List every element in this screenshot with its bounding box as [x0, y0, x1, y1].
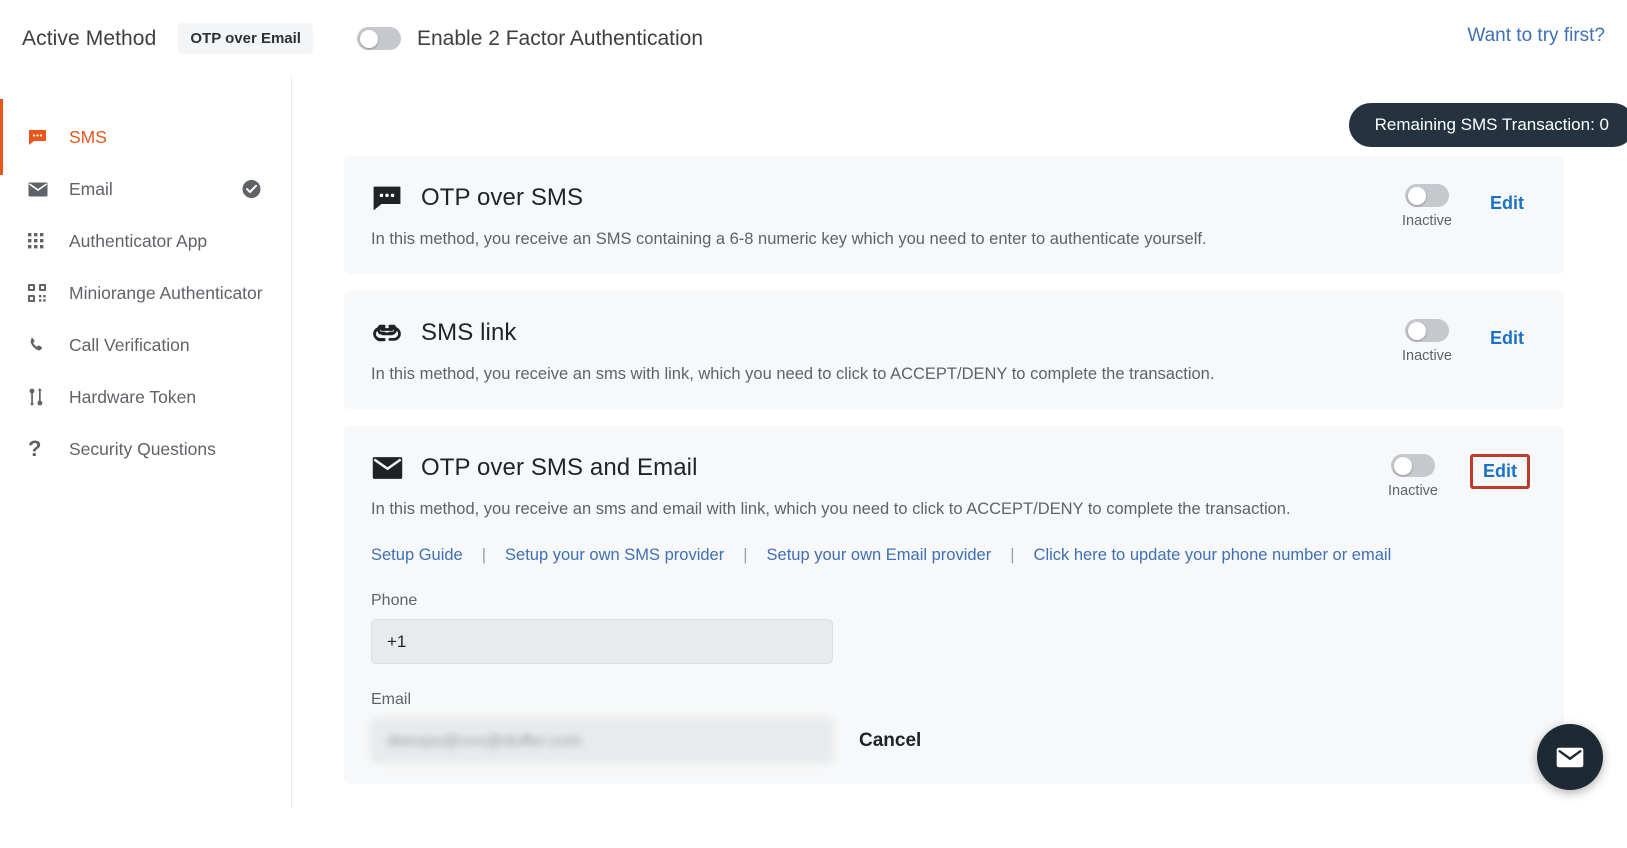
setup-own-email-provider-link[interactable]: Setup your own Email provider — [767, 546, 992, 565]
card-header: SMS link — [344, 291, 1564, 349]
card-header: OTP over SMS and Email — [344, 426, 1564, 484]
link-icon — [371, 317, 403, 349]
method-toggle-group[interactable]: Inactive — [1388, 454, 1438, 499]
email-field-label: Email — [371, 691, 1564, 709]
setup-links-row: Setup Guide | Setup your own SMS provide… — [371, 546, 1564, 565]
status-badge: Inactive — [1402, 348, 1452, 364]
chat-support-button[interactable] — [1537, 724, 1603, 790]
check-circle-icon — [242, 180, 261, 199]
card-description: In this method, you receive an sms and e… — [371, 499, 1564, 520]
phone-field-label: Phone — [371, 592, 1564, 610]
edit-button[interactable]: Edit — [1484, 190, 1530, 217]
cancel-button[interactable]: Cancel — [859, 730, 921, 752]
sidebar-item-label: Email — [69, 179, 113, 200]
sms-chat-icon — [28, 126, 52, 148]
want-to-try-first-link[interactable]: Want to try first? — [1467, 25, 1605, 47]
sidebar-item-label: Hardware Token — [69, 387, 196, 408]
sidebar-item-label: Call Verification — [69, 335, 190, 356]
sidebar-item-hardware-token[interactable]: Hardware Token — [0, 371, 291, 423]
email-input[interactable]: deexpo@xxx@duffer.com — [371, 718, 833, 763]
envelope-icon — [28, 178, 52, 200]
link-separator: | — [482, 546, 486, 565]
card-header: OTP over SMS — [344, 156, 1564, 214]
card-description: In this method, you receive an sms with … — [371, 364, 1564, 385]
card-title: SMS link — [421, 319, 517, 347]
card-title: OTP over SMS and Email — [421, 454, 698, 482]
method-sidebar: SMS Email — [0, 77, 292, 808]
grid-dots-icon — [28, 230, 52, 252]
sidebar-item-label: Authenticator App — [69, 231, 207, 252]
qr-code-icon — [28, 282, 52, 304]
phone-icon — [28, 334, 52, 356]
two-factor-authentication-page: Active Method OTP over Email Enable 2 Fa… — [0, 0, 1627, 848]
status-badge: Inactive — [1388, 483, 1438, 499]
sidebar-item-miniorange-authenticator[interactable]: Miniorange Authenticator — [0, 267, 291, 319]
sms-chat-icon — [371, 182, 403, 214]
enable-2fa-label: Enable 2 Factor Authentication — [417, 27, 703, 51]
sidebar-item-label: SMS — [69, 127, 107, 148]
email-field-row: deexpo@xxx@duffer.com Cancel — [344, 709, 1564, 763]
sidebar-item-sms[interactable]: SMS — [0, 111, 291, 163]
enable-2fa-control[interactable]: Enable 2 Factor Authentication — [357, 27, 703, 51]
status-badge: Inactive — [1402, 213, 1452, 229]
remaining-sms-transaction-badge: Remaining SMS Transaction: 0 — [1349, 103, 1627, 147]
envelope-icon — [371, 452, 403, 484]
method-toggle[interactable] — [1391, 454, 1435, 477]
toggle-knob — [1408, 322, 1426, 340]
sidebar-item-call-verification[interactable]: Call Verification — [0, 319, 291, 371]
sidebar-item-label: Security Questions — [69, 439, 216, 460]
update-phone-or-email-link[interactable]: Click here to update your phone number o… — [1034, 546, 1392, 565]
method-toggle[interactable] — [1405, 184, 1449, 207]
edit-button[interactable]: Edit — [1470, 454, 1530, 489]
phone-input[interactable]: +1 — [371, 619, 833, 664]
page-header: Active Method OTP over Email Enable 2 Fa… — [0, 0, 1627, 77]
toggle-knob — [1408, 187, 1426, 205]
card-description: In this method, you receive an SMS conta… — [371, 229, 1564, 250]
active-method-label: Active Method — [22, 27, 156, 51]
hardware-token-icon — [28, 386, 52, 408]
card-controls: Inactive Edit — [1388, 454, 1530, 499]
active-method-value-badge: OTP over Email — [178, 23, 313, 54]
method-card-otp-over-sms-and-email: OTP over SMS and Email In this method, y… — [344, 426, 1564, 784]
enable-2fa-toggle[interactable] — [357, 27, 401, 50]
method-card-sms-link: SMS link In this method, you receive an … — [344, 291, 1564, 409]
method-toggle-group[interactable]: Inactive — [1402, 319, 1452, 364]
link-separator: | — [743, 546, 747, 565]
card-title: OTP over SMS — [421, 184, 583, 212]
link-separator: | — [1010, 546, 1014, 565]
method-card-otp-over-sms: OTP over SMS In this method, you receive… — [344, 156, 1564, 274]
sidebar-item-authenticator-app[interactable]: Authenticator App — [0, 215, 291, 267]
setup-own-sms-provider-link[interactable]: Setup your own SMS provider — [505, 546, 724, 565]
methods-content-area: Remaining SMS Transaction: 0 OTP over SM… — [292, 77, 1627, 808]
envelope-icon — [1556, 747, 1584, 768]
sidebar-item-email[interactable]: Email — [0, 163, 291, 215]
method-toggle[interactable] — [1405, 319, 1449, 342]
toggle-knob — [1394, 457, 1412, 475]
card-controls: Inactive Edit — [1402, 184, 1530, 229]
sidebar-item-label: Miniorange Authenticator — [69, 283, 263, 304]
toggle-knob — [360, 30, 378, 48]
method-toggle-group[interactable]: Inactive — [1402, 184, 1452, 229]
question-mark-icon: ? — [28, 438, 52, 460]
card-controls: Inactive Edit — [1402, 319, 1530, 364]
edit-button[interactable]: Edit — [1484, 325, 1530, 352]
setup-guide-link[interactable]: Setup Guide — [371, 546, 463, 565]
sidebar-item-security-questions[interactable]: ? Security Questions — [0, 423, 291, 475]
